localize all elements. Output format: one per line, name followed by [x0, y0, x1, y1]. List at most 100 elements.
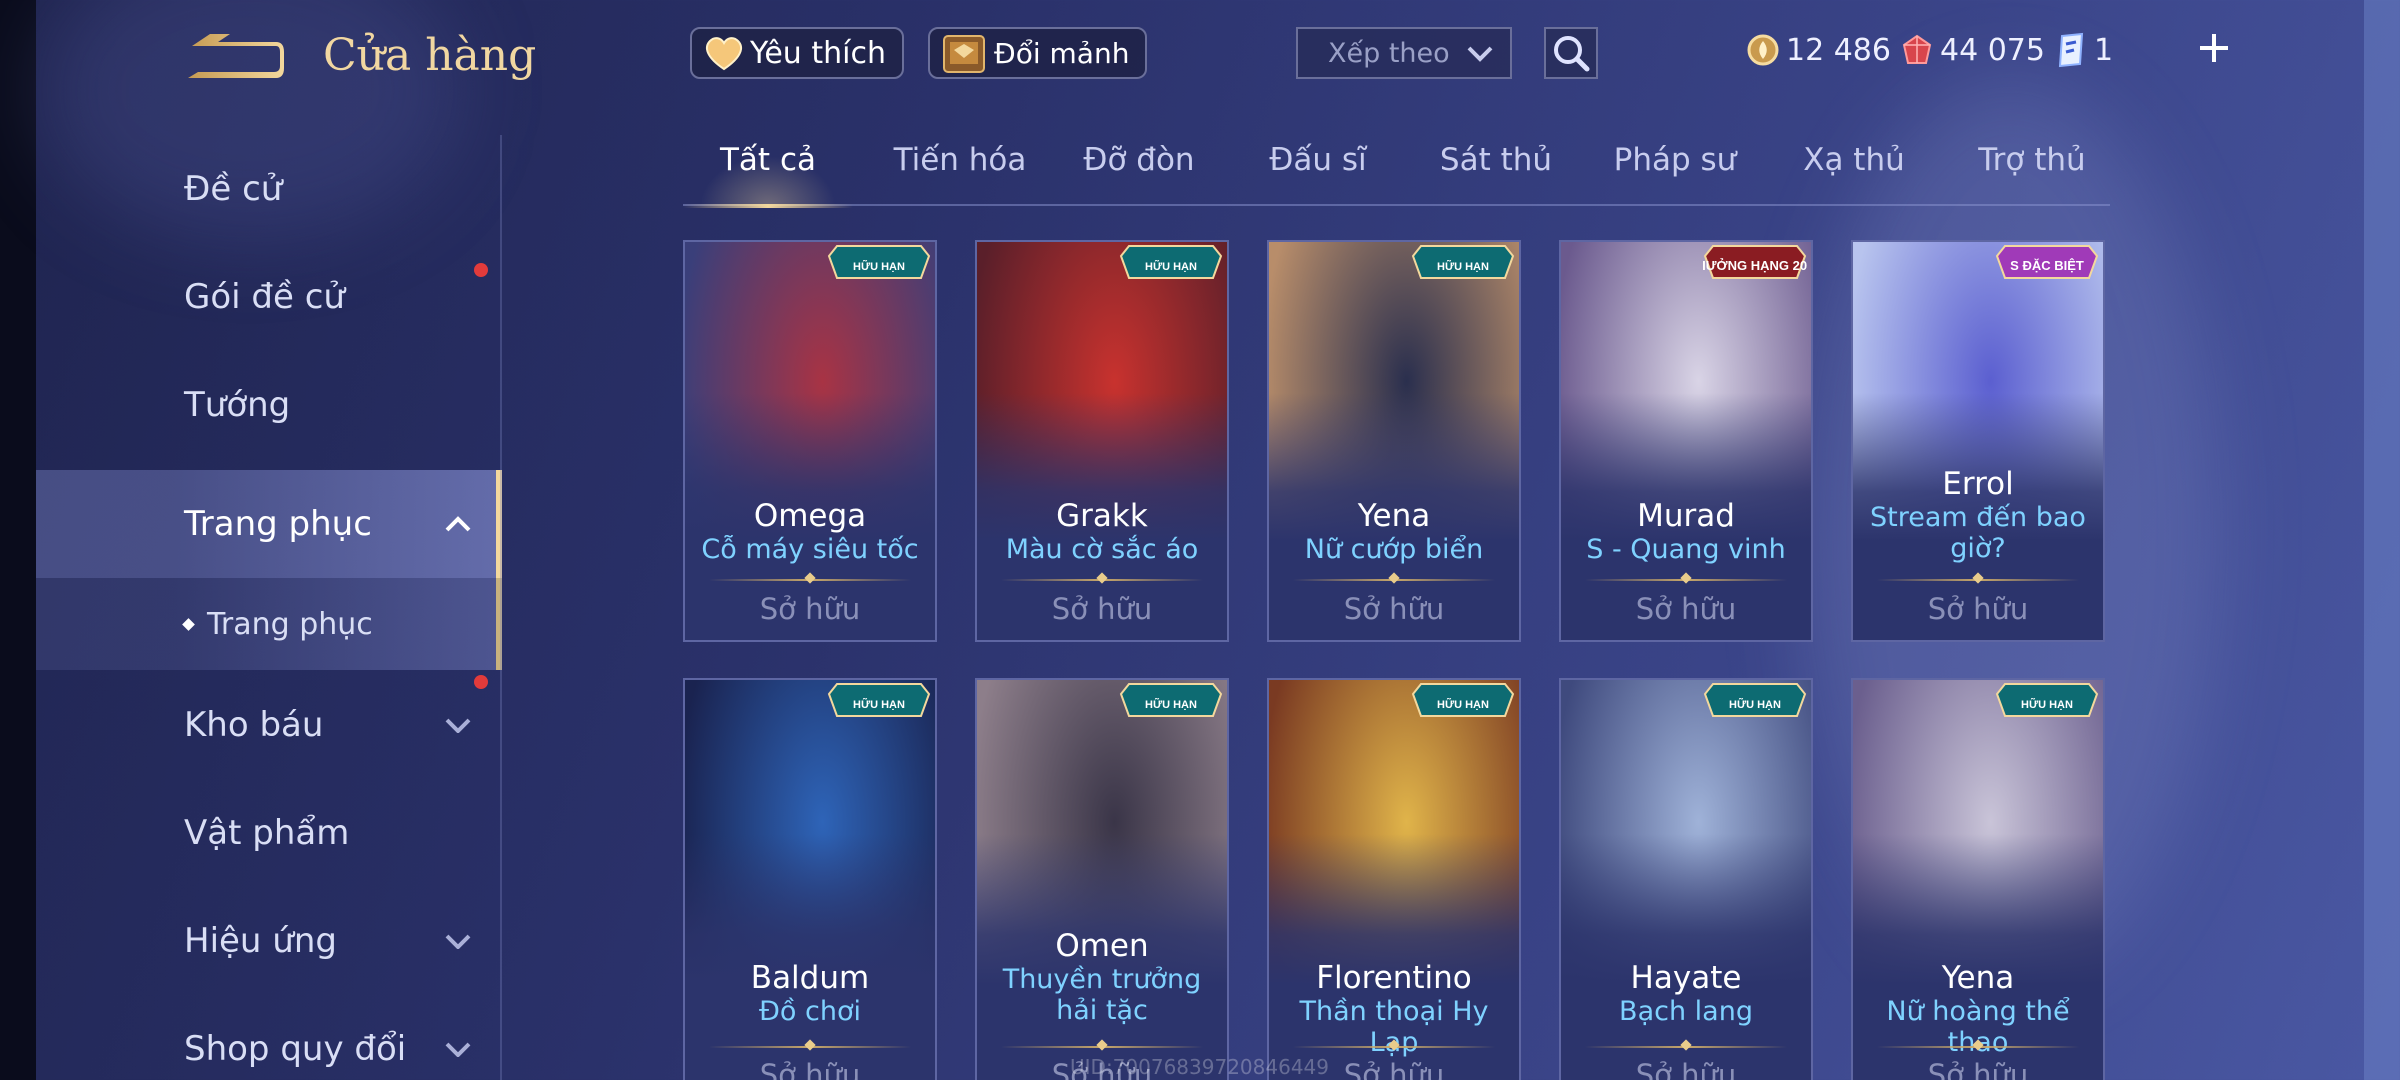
sidebar-item-label: Trang phục: [184, 504, 372, 544]
svg-text:HỮU HẠN: HỮU HẠN: [853, 698, 905, 711]
skin-card[interactable]: HỮU HẠN Omen Thuyền trưởng hải tặc Sở hữu: [975, 678, 1229, 1080]
rarity-badge-icon: HỮU HẠN: [1411, 683, 1515, 717]
sidebar-item-label: Gói đề cử: [184, 277, 345, 317]
card-divider: [1877, 579, 2079, 581]
card-divider: [1585, 579, 1787, 581]
skin-name: Bạch lang: [1619, 996, 1753, 1027]
hero-name: Errol: [1942, 466, 2014, 502]
red-gem-icon: [1902, 34, 1932, 64]
chevron-down-icon: [445, 934, 471, 949]
owned-status: Sở hữu: [1635, 1058, 1737, 1080]
sidebar-item-items[interactable]: Vật phẩm: [36, 779, 502, 887]
skin-card[interactable]: HỮU HẠN Grakk Màu cờ sắc áo Sở hữu: [975, 240, 1229, 642]
sidebar-item-exchange-shop[interactable]: Shop quy đổi: [36, 995, 502, 1080]
category-tabs: Tất cả Tiến hóa Đỡ đòn Đấu sĩ Sát thủ Ph…: [683, 142, 2112, 208]
ticket-amount: 1: [2094, 32, 2114, 68]
tab-tank[interactable]: Đỡ đòn: [1059, 142, 1219, 206]
skin-card[interactable]: HỮU HẠN Hayate Bạch lang Sở hữu: [1559, 678, 1813, 1080]
tab-evolution[interactable]: Tiến hóa: [880, 142, 1040, 206]
sidebar-item-featured[interactable]: Đề cử: [36, 135, 502, 243]
owned-status: Sở hữu: [759, 592, 861, 626]
ticket-icon: [2058, 32, 2084, 68]
tab-support[interactable]: Trợ thủ: [1952, 142, 2112, 206]
sidebar-item-heroes[interactable]: Tướng: [36, 351, 502, 459]
search-icon: [1554, 36, 1590, 72]
card-divider: [1293, 1046, 1495, 1048]
sidebar-item-label: Vật phẩm: [184, 813, 350, 853]
owned-status: Sở hữu: [1927, 592, 2029, 626]
gold-currency: 12 486: [1746, 30, 1891, 70]
add-currency-button[interactable]: [2196, 30, 2232, 66]
owned-status: Sở hữu: [1343, 592, 1445, 626]
exchange-fragments-button[interactable]: Đổi mảnh: [928, 27, 1148, 79]
skin-card[interactable]: HỮU HẠNYenaNữ hoàng thể thaoSở hữu: [1851, 678, 2105, 1080]
sidebar-item-featured-bundles[interactable]: Gói đề cử: [36, 243, 502, 351]
hero-name: Omen: [1055, 928, 1149, 964]
rarity-badge-icon: HỮU HẠN: [1119, 245, 1223, 279]
tab-all[interactable]: Tất cả: [683, 142, 853, 208]
sidebar-item-treasure[interactable]: Kho báu: [36, 671, 502, 779]
tab-mage[interactable]: Pháp sư: [1595, 142, 1755, 206]
exchange-label: Đổi mảnh: [994, 36, 1130, 70]
svg-text:HỮU HẠN: HỮU HẠN: [1729, 698, 1781, 711]
gold-coin-icon: [1747, 34, 1779, 66]
owned-status: Sở hữu: [759, 1058, 861, 1080]
hero-name: Yena: [1357, 498, 1431, 534]
svg-text:HỮU HẠN: HỮU HẠN: [853, 260, 905, 273]
sidebar-subitem-skins[interactable]: Trang phục: [36, 578, 502, 670]
sidebar-item-label: Hiệu ứng: [184, 921, 337, 961]
sort-label: Xếp theo: [1328, 37, 1450, 69]
ticket-currency: 1: [2056, 30, 2113, 70]
skin-card[interactable]: S ĐẶC BIỆT Errol Stream đến bao giờ? Sở hữu: [1851, 240, 2105, 642]
card-divider: [1585, 1046, 1787, 1048]
tab-assassin[interactable]: Sát thủ: [1416, 142, 1576, 206]
skin-card[interactable]: HỮU HẠN Omega Cỗ máy siêu tốc Sở hữu: [683, 240, 937, 642]
skin-name: Thuyền trưởng hải tặc: [1002, 964, 1202, 1026]
sidebar-item-skins[interactable]: Trang phục: [36, 470, 502, 578]
sidebar-item-label: Tướng: [184, 385, 291, 425]
notification-dot: [474, 263, 488, 277]
skin-name: Đồ chơi: [758, 996, 861, 1027]
gold-amount: 12 486: [1786, 32, 1891, 68]
tab-marksman[interactable]: Xạ thủ: [1774, 142, 1934, 206]
screen-edge-left: [0, 0, 36, 1080]
svg-text:S ĐẶC BIỆT: S ĐẶC BIỆT: [2010, 258, 2084, 273]
card-divider: [1293, 579, 1495, 581]
hero-name: Grakk: [1056, 498, 1148, 534]
screen-edge-right: [2364, 0, 2400, 1080]
rarity-badge-icon: HỮU HẠN: [827, 683, 931, 717]
notification-dot: [474, 675, 488, 689]
chevron-down-icon: [1467, 46, 1493, 62]
skin-card[interactable]: HỮU HẠN Baldum Đồ chơi Sở hữu: [683, 678, 937, 1080]
page-title: Cửa hàng: [323, 30, 537, 81]
card-divider: [709, 1046, 911, 1048]
uid-watermark: UID:7007683972084644​9: [1070, 1055, 1329, 1079]
skin-name: Màu cờ sắc áo: [1005, 534, 1199, 565]
skin-card[interactable]: THƯỞNG HẠNG 2023 MuradS - Quang vinh Sở hữ…: [1559, 240, 1813, 642]
skin-card[interactable]: HỮU HẠNFlorentinoThần thoại Hy LạpSở hữu: [1267, 678, 1521, 1080]
hero-name: Yena: [1941, 960, 2015, 996]
chevron-down-icon: [445, 718, 471, 733]
sort-dropdown[interactable]: Xếp theo: [1296, 27, 1512, 79]
gem-currency: 44 075: [1900, 30, 2045, 70]
sidebar-item-label: Trang phục: [207, 606, 373, 642]
svg-text:HỮU HẠN: HỮU HẠN: [2021, 698, 2073, 711]
card-divider: [1001, 1046, 1203, 1048]
plus-icon: [2200, 34, 2228, 62]
back-arrow-icon: [188, 34, 284, 78]
sidebar-item-effects[interactable]: Hiệu ứng: [36, 887, 502, 995]
tab-fighter[interactable]: Đấu sĩ: [1238, 142, 1398, 206]
rarity-badge-icon: HỮU HẠN: [1119, 683, 1223, 717]
svg-text:THƯỞNG HẠNG 2023: THƯỞNG HẠNG 2023: [1703, 258, 1807, 273]
back-button[interactable]: [180, 30, 290, 90]
hero-name: Baldum: [750, 960, 870, 996]
owned-status: Sở hữu: [1051, 592, 1153, 626]
skin-name: Stream đến bao giờ?: [1870, 502, 2086, 564]
svg-text:HỮU HẠN: HỮU HẠN: [1437, 698, 1489, 711]
skin-card[interactable]: HỮU HẠN Yena Nữ cướp biển Sở hữu: [1267, 240, 1521, 642]
favorites-label: Yêu thích: [750, 35, 886, 71]
favorites-button[interactable]: Yêu thích: [690, 27, 904, 79]
hero-name: Hayate: [1630, 960, 1742, 996]
search-button[interactable]: [1544, 27, 1598, 79]
owned-status: Sở hữu: [1927, 1058, 2029, 1080]
